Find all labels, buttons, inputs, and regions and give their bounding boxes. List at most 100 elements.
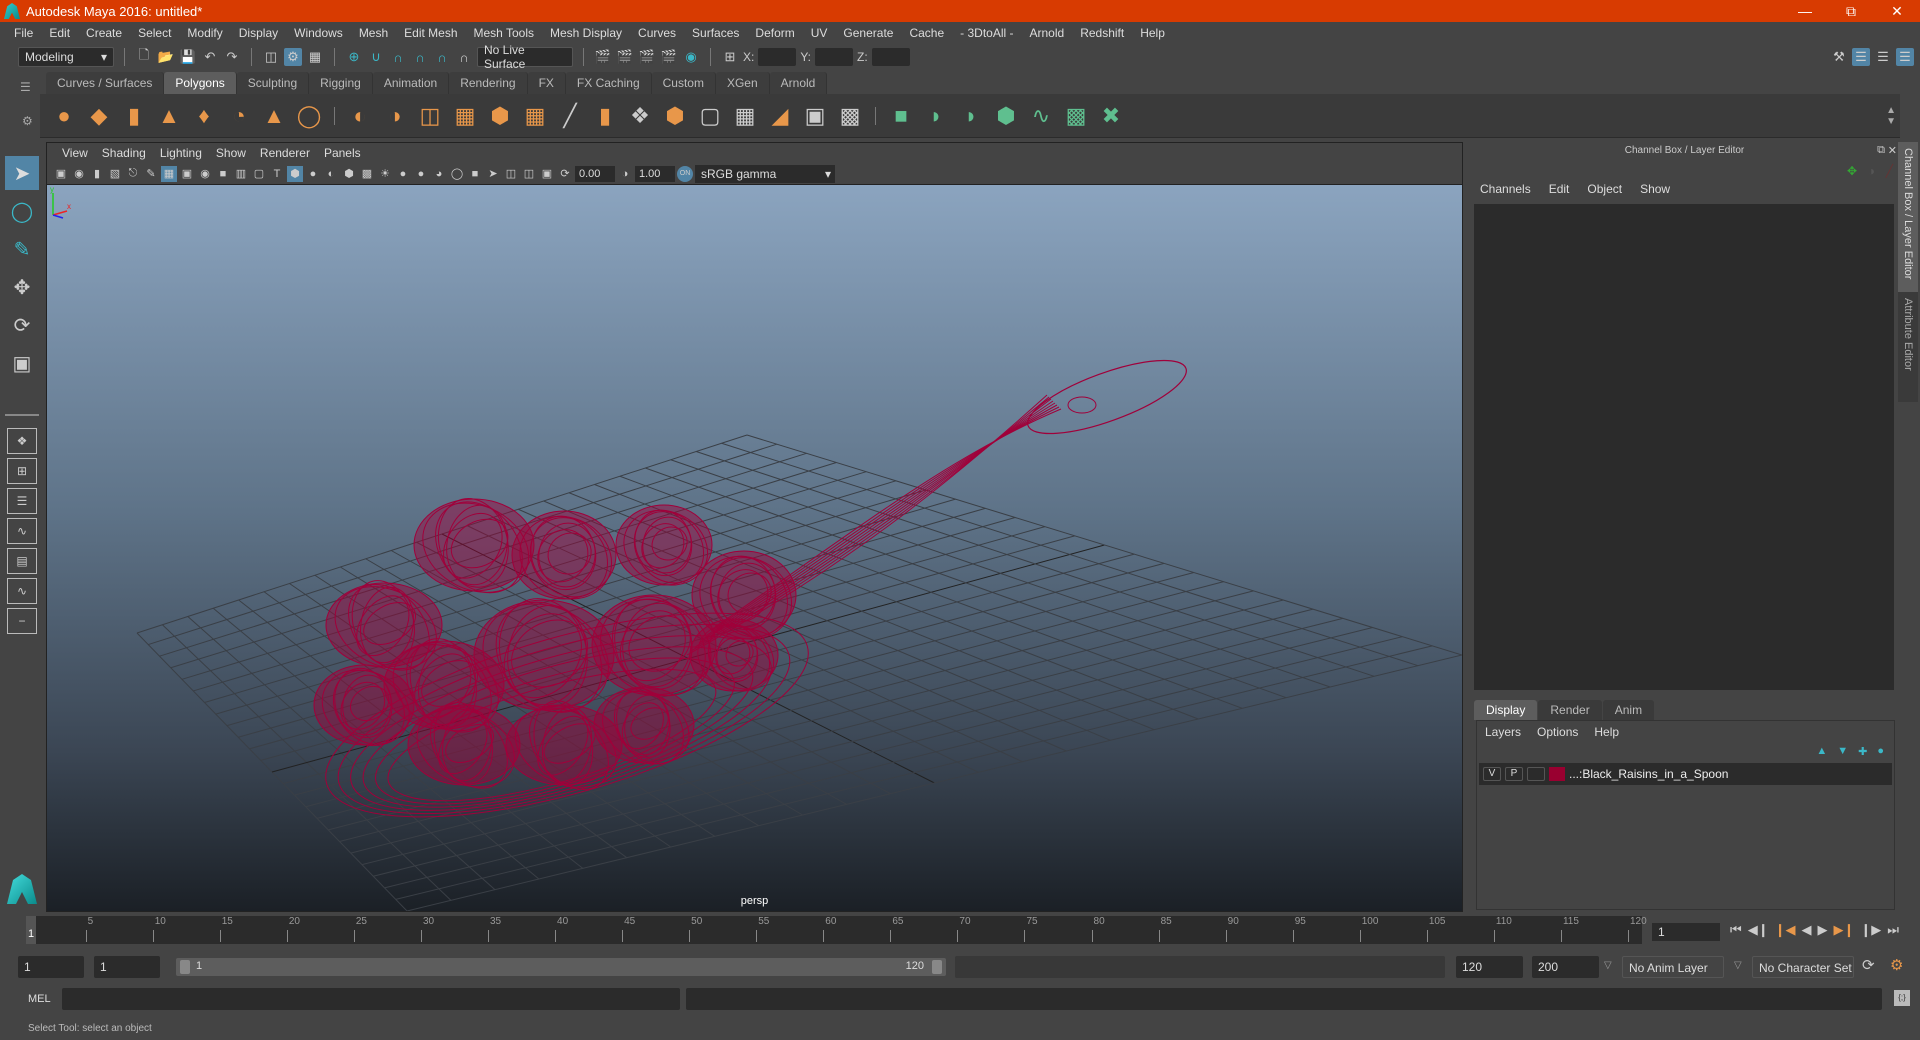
smooth-icon[interactable]: ▦: [449, 100, 481, 132]
extract-faces-icon[interactable]: ▩: [834, 100, 866, 132]
current-frame-marker[interactable]: 1: [26, 916, 36, 944]
menu-help[interactable]: Help: [1132, 26, 1173, 40]
color-space-dropdown[interactable]: sRGB gamma ▾: [695, 164, 835, 183]
go-to-end-icon[interactable]: ⏭: [1887, 922, 1899, 938]
xray-components-icon[interactable]: ▣: [539, 166, 555, 182]
new-layer-selected-icon[interactable]: ●: [1877, 745, 1884, 758]
safe-title-icon[interactable]: T: [269, 166, 285, 182]
range-slider-bar[interactable]: 1 120: [176, 958, 946, 976]
snap-live-icon[interactable]: ∩: [455, 48, 473, 66]
character-set-dropdown-icon[interactable]: ▽: [1734, 960, 1742, 971]
shelf-scroll-icon[interactable]: ▲ ▼: [1886, 105, 1900, 127]
menu-select[interactable]: Select: [130, 26, 179, 40]
shelf-menu-icon[interactable]: ☰: [20, 80, 31, 94]
x-field[interactable]: [758, 48, 797, 66]
bridge-icon[interactable]: ❖: [624, 100, 656, 132]
play-backwards-icon[interactable]: ◀: [1801, 922, 1811, 938]
target-weld-icon[interactable]: ▦: [729, 100, 761, 132]
render-settings-icon[interactable]: 🎬: [660, 48, 678, 66]
poly-cube-icon[interactable]: ◆: [83, 100, 115, 132]
mel-input[interactable]: [62, 988, 680, 1010]
menu-uv[interactable]: UV: [803, 26, 836, 40]
poly-cone-icon[interactable]: ▲: [153, 100, 185, 132]
float-panel-icon[interactable]: ⧉: [1877, 144, 1885, 157]
menu-3dtoall[interactable]: - 3DtoAll -: [952, 26, 1021, 40]
shelf-tab-fx[interactable]: FX: [527, 72, 566, 94]
shadows-icon[interactable]: ●: [395, 166, 411, 182]
smooth-shade-icon[interactable]: ●: [305, 166, 321, 182]
image-plane-icon[interactable]: ▧: [107, 166, 123, 182]
restore-button[interactable]: ⧉: [1828, 3, 1874, 20]
menu-mesh-display[interactable]: Mesh Display: [542, 26, 630, 40]
bookmark-icon[interactable]: ▮: [89, 166, 105, 182]
resolution-gate-icon[interactable]: ◉: [197, 166, 213, 182]
channel-box-menu-object[interactable]: Object: [1587, 182, 1622, 196]
film-gate-icon[interactable]: ▣: [179, 166, 195, 182]
move-layer-up-icon[interactable]: ▲: [1816, 745, 1827, 758]
menu-arnold[interactable]: Arnold: [1022, 26, 1073, 40]
step-back-key-icon[interactable]: ❙◀: [1775, 922, 1796, 938]
modeling-toolkit-icon[interactable]: ⚒: [1830, 48, 1848, 66]
range-end-handle[interactable]: [932, 960, 942, 974]
time-slider-track[interactable]: 1 5 10 15 20 25 30 35 40 45 50 55 60 65 70 75 80 85 90 95 10…: [26, 916, 1647, 944]
menu-file[interactable]: File: [6, 26, 41, 40]
channel-box-menu-channels[interactable]: Channels: [1480, 182, 1531, 196]
textured-icon[interactable]: ▩: [359, 166, 375, 182]
uv-editor-icon[interactable]: ▩: [1060, 100, 1092, 132]
add-divisions-icon[interactable]: ◢: [764, 100, 796, 132]
select-hierarchy-icon[interactable]: ◫: [262, 48, 280, 66]
move-layer-down-icon[interactable]: ▼: [1837, 745, 1848, 758]
playback-start-field[interactable]: 1: [94, 956, 160, 978]
layer-tab-render[interactable]: Render: [1538, 700, 1602, 720]
hypershade-persp-layout-icon[interactable]: ▤: [7, 548, 37, 574]
extrude-icon[interactable]: ▮: [589, 100, 621, 132]
menu-mesh-tools[interactable]: Mesh Tools: [466, 26, 542, 40]
default-material-icon[interactable]: ◐: [323, 166, 339, 182]
layer-name[interactable]: ...:Black_Raisins_in_a_Spoon: [1569, 767, 1728, 781]
layout-more-icon[interactable]: −: [7, 608, 37, 634]
layer-playback-toggle[interactable]: P: [1505, 767, 1523, 781]
shelf-tab-polygons[interactable]: Polygons: [164, 72, 237, 94]
fill-hole-icon[interactable]: ▦: [519, 100, 551, 132]
wireframe-icon[interactable]: ⬢: [287, 165, 303, 182]
side-tab-channel-box[interactable]: Channel Box / Layer Editor: [1898, 142, 1918, 292]
wireframe-on-shaded-icon[interactable]: ⬢: [341, 166, 357, 182]
shelf-tab-xgen[interactable]: XGen: [715, 72, 770, 94]
anim-layer-field[interactable]: No Anim Layer: [1622, 956, 1724, 978]
viewport-menu-show[interactable]: Show: [209, 146, 253, 160]
menu-modify[interactable]: Modify: [179, 26, 230, 40]
render-frame-icon[interactable]: 🎬: [616, 48, 634, 66]
step-forward-frame-icon[interactable]: ❙▶: [1860, 922, 1881, 938]
menu-cache[interactable]: Cache: [901, 26, 952, 40]
select-tool-icon[interactable]: ➤: [5, 156, 39, 190]
merge-icon[interactable]: ▢: [694, 100, 726, 132]
auto-key-icon[interactable]: ⟳: [1862, 956, 1875, 974]
playback-end-field[interactable]: 120: [1456, 956, 1523, 978]
single-view-layout-icon[interactable]: ❖: [7, 428, 37, 454]
ambient-occlusion-icon[interactable]: ●: [413, 166, 429, 182]
outliner-persp-layout-icon[interactable]: ☰: [7, 488, 37, 514]
anti-aliasing-icon[interactable]: ◯: [449, 166, 465, 182]
menu-windows[interactable]: Windows: [286, 26, 351, 40]
select-object-icon[interactable]: ⚙: [284, 48, 302, 66]
exposure-field[interactable]: 0.00: [575, 165, 615, 182]
menu-redshift[interactable]: Redshift: [1072, 26, 1132, 40]
planar-mapping-icon[interactable]: ■: [885, 100, 917, 132]
multi-cut-icon[interactable]: ╱: [554, 100, 586, 132]
shading-toggle-icon[interactable]: ◑: [1868, 164, 1875, 178]
rotate-tool-icon[interactable]: ⟳: [5, 308, 39, 342]
lasso-tool-icon[interactable]: ◯: [5, 194, 39, 228]
channel-list[interactable]: [1474, 204, 1894, 690]
range-start-handle[interactable]: [180, 960, 190, 974]
minimize-button[interactable]: —: [1782, 3, 1828, 20]
layer-color-swatch[interactable]: [1549, 767, 1565, 781]
xray-icon[interactable]: ◫: [503, 166, 519, 182]
render-view-icon[interactable]: 🎬: [594, 48, 612, 66]
layer-tab-anim[interactable]: Anim: [1602, 700, 1655, 720]
grid-icon[interactable]: ▦: [161, 165, 177, 182]
layer-row[interactable]: V P ...:Black_Raisins_in_a_Spoon: [1479, 763, 1892, 785]
anim-layer-dropdown-icon[interactable]: ▽: [1604, 960, 1612, 971]
bevel-icon[interactable]: ⬢: [659, 100, 691, 132]
extract-icon[interactable]: ⬢: [484, 100, 516, 132]
snap-point-icon[interactable]: ∩: [389, 48, 407, 66]
